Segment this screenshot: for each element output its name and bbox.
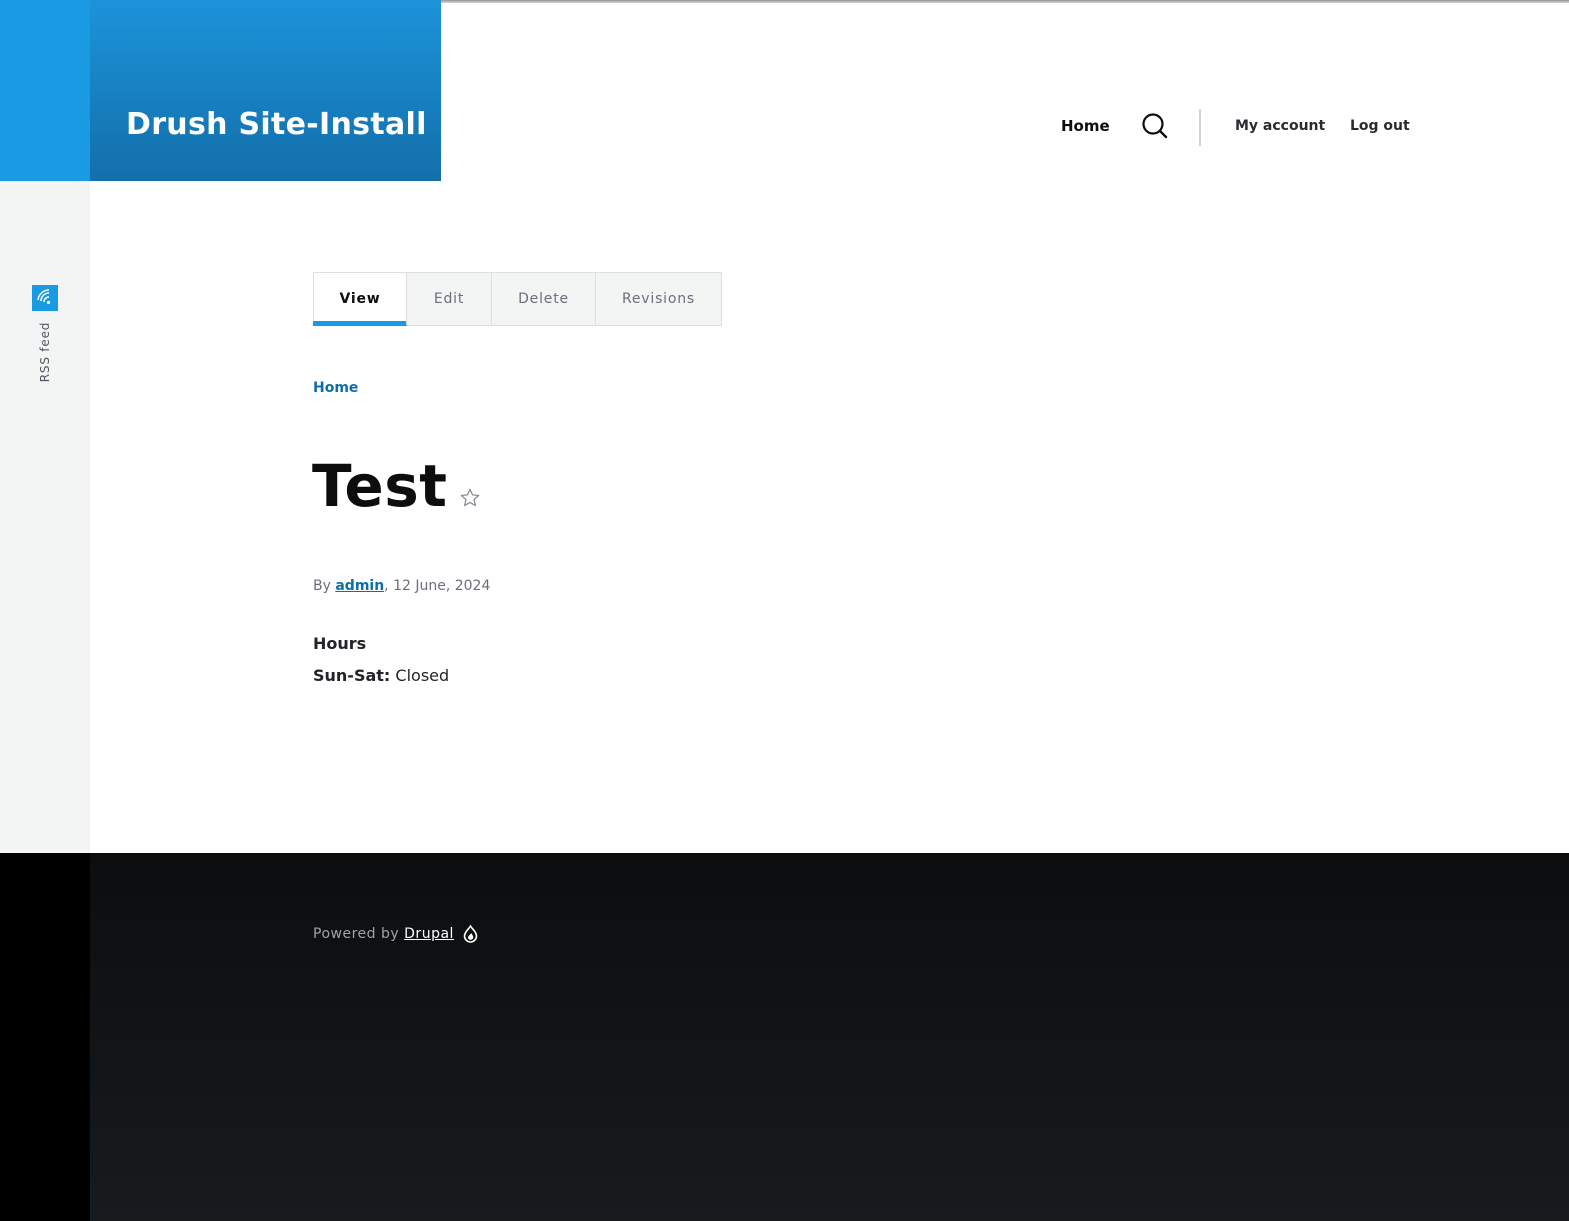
star-icon[interactable] [459,487,481,509]
log-out-link[interactable]: Log out [1350,118,1410,134]
drupal-link[interactable]: Drupal [404,926,454,942]
tab-delete[interactable]: Delete [491,273,595,325]
nav-home-link[interactable]: Home [1061,117,1110,135]
page: Drush Site-Install Home My account Log o… [0,0,1569,1221]
powered-by-text: Powered by [313,926,400,942]
left-rail [0,181,90,853]
left-rail-bottom [0,853,90,1221]
hours-days: Sun-Sat: [313,666,391,685]
hours-label: Hours [313,634,367,653]
tab-edit[interactable]: Edit [406,273,491,325]
local-tasks-tabs: View Edit Delete Revisions [313,272,722,326]
drupal-icon [463,923,478,943]
hours-row: Sun-Sat: Closed [313,666,449,685]
footer: Powered by Drupal [90,853,1569,1221]
node-meta: By admin, 12 June, 2024 [313,578,490,594]
left-rail-top [0,0,90,181]
page-title: Test [312,452,448,520]
meta-prefix: By [313,578,331,594]
author-link[interactable]: admin [335,578,384,594]
powered-by: Powered by Drupal [313,923,478,943]
my-account-link[interactable]: My account [1235,118,1325,134]
site-branding: Drush Site-Install [90,0,441,181]
hours-value: Closed [395,666,450,685]
breadcrumb-home[interactable]: Home [313,380,358,396]
nav-divider [1199,109,1201,146]
node-date: , 12 June, 2024 [384,578,491,594]
tab-view[interactable]: View [313,273,407,326]
tab-revisions[interactable]: Revisions [595,273,721,325]
rss-icon[interactable] [32,285,58,311]
site-name-link[interactable]: Drush Site-Install [126,107,427,142]
rss-feed-link[interactable]: RSS feed [38,322,52,382]
search-icon[interactable] [1141,112,1169,140]
